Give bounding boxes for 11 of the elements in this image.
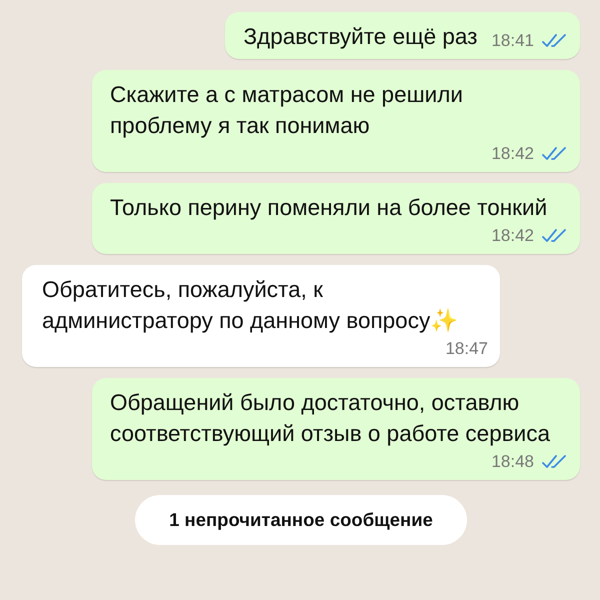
unread-messages-banner: 1 непрочитанное сообщение [135,495,467,545]
message-text: Здравствуйте ещё раз [243,23,478,51]
message-time: 18:42 [491,143,534,165]
message-text: Только перину поменяли на более тонкий [110,194,548,222]
message-text: Обратитесь, пожалуйста, к администратору по данному вопросу✨ [42,276,460,335]
message-time: 18:41 [491,30,534,52]
message-time: 18:48 [491,451,534,473]
message-time: 18:47 [445,338,488,360]
message-text: Обращений было достаточно, оставлю соответствующий отзыв о работе сервиса [110,389,551,448]
message-time: 18:42 [491,225,534,247]
message-text: Скажите а с матрасом не решили проблему я так понимаю [110,81,464,140]
